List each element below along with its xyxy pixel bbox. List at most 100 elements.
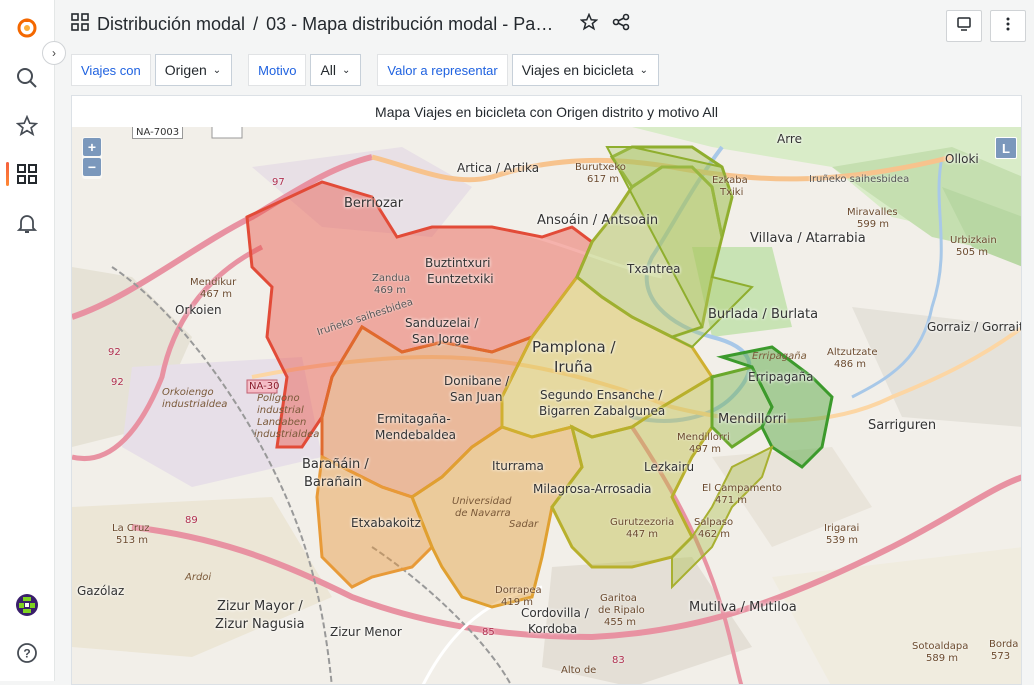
- district-label: Euntzetxiki: [427, 272, 494, 286]
- peak-label: Miravalles: [847, 207, 898, 218]
- peak-height: 462 m: [698, 529, 731, 540]
- tv-mode-button[interactable]: [946, 10, 982, 42]
- peak-label: Zandua: [372, 273, 411, 284]
- help-icon[interactable]: ?: [13, 639, 41, 667]
- zoom-out-button[interactable]: −: [83, 158, 101, 176]
- zoom-control: + −: [82, 137, 102, 179]
- place-label: industrialdea: [254, 429, 320, 440]
- peak-height: 599 m: [857, 219, 890, 230]
- search-icon[interactable]: [13, 64, 41, 92]
- district-label: Milagrosa-Arrosadia: [533, 482, 652, 496]
- road-number-label: 97: [272, 177, 285, 188]
- peak-label: Irigarai: [824, 523, 860, 534]
- road-number-label: 92: [108, 347, 121, 358]
- road-number-label: 92: [111, 377, 124, 388]
- peak-height: 513 m: [116, 535, 149, 546]
- place-label: industrialdea: [162, 399, 228, 410]
- district-label: San Juan: [450, 390, 503, 404]
- breadcrumb-separator: /: [253, 14, 259, 34]
- variable-value: Origen: [164, 62, 207, 78]
- peak-height: 486 m: [834, 359, 867, 370]
- town-label: Sarriguren: [868, 418, 937, 433]
- variable-label-viajes-con: Viajes con: [71, 54, 151, 86]
- road-label: NA-7003: [132, 127, 184, 139]
- peak-height: 455 m: [604, 617, 637, 628]
- peak-label: Burutxeko: [575, 162, 626, 173]
- district-label: Iturrama: [492, 459, 544, 473]
- user-avatar-icon[interactable]: [13, 591, 41, 619]
- place-label: industrial: [257, 405, 304, 416]
- peak-height: 573: [991, 651, 1011, 662]
- district-label: Donibane /: [444, 374, 510, 388]
- town-label: Gorraiz / Gorraitz: [927, 320, 1022, 334]
- peak-label: Salpaso: [694, 517, 734, 528]
- district-label: Mendillorri: [718, 412, 787, 427]
- starred-icon[interactable]: [13, 112, 41, 140]
- geomap[interactable]: + − L NA-7003 Arre Olloki Artica / Artik…: [72, 127, 1022, 684]
- variable-select-motivo[interactable]: All ⌄: [310, 54, 362, 86]
- peak-height: 589 m: [926, 653, 959, 664]
- variable-select-viajes-con[interactable]: Origen ⌄: [154, 54, 233, 86]
- town-label: Orkoien: [175, 303, 222, 317]
- peak-height: 467 m: [200, 289, 233, 300]
- district-label: Etxabakoitz: [351, 516, 421, 530]
- peak-label: Dorrapea: [495, 585, 542, 596]
- panel-title[interactable]: Mapa Viajes en bicicleta con Origen dist…: [72, 96, 1021, 127]
- road-shield-label: NA-30: [249, 381, 280, 392]
- town-label: Artica / Artika: [457, 161, 540, 175]
- peak-height: 497 m: [689, 444, 722, 455]
- layer-switcher-button[interactable]: L: [995, 137, 1017, 159]
- town-label: Cordovilla /: [521, 606, 589, 620]
- dashboard-title[interactable]: 03 - Mapa distribución modal - Pamp...: [266, 14, 566, 35]
- peak-label: Urbizkain: [950, 235, 997, 246]
- peak-label: Gurutzezoria: [610, 517, 675, 528]
- dashboards-icon[interactable]: [13, 160, 41, 188]
- folder-link[interactable]: Distribución modal: [97, 14, 245, 35]
- town-label: Arre: [777, 132, 802, 146]
- town-label: Barañáin /: [302, 457, 369, 472]
- variable-select-valor[interactable]: Viajes en bicicleta ⌄: [511, 54, 659, 86]
- district-label: Bigarren Zabalguneа: [539, 404, 666, 418]
- sidebar-collapse-button[interactable]: ›: [42, 41, 66, 65]
- peak-label: Borda: [989, 639, 1019, 650]
- place-label: Polígono: [257, 393, 300, 404]
- place-label: Ardoi: [185, 572, 212, 583]
- peak-label: Garitoa: [600, 593, 637, 604]
- active-indicator: [6, 162, 9, 186]
- peak-label: Alto de: [561, 665, 597, 676]
- peak-label: Altzutzate: [827, 347, 878, 358]
- chevron-down-icon: ⌄: [212, 64, 222, 76]
- share-icon[interactable]: [612, 13, 630, 36]
- town-label: Zizur Menor: [330, 625, 402, 639]
- peak-height: 447 m: [626, 529, 659, 540]
- chevron-right-icon: ›: [52, 46, 56, 60]
- town-label: Kordoba: [528, 622, 578, 636]
- zoom-in-button[interactable]: +: [83, 138, 101, 156]
- svg-text:?: ?: [23, 647, 30, 661]
- alerting-bell-icon[interactable]: [13, 209, 41, 237]
- chevron-down-icon: ⌄: [639, 64, 648, 76]
- place-label: Orkoiengo: [162, 387, 214, 398]
- chevron-down-icon: ⌄: [342, 64, 351, 76]
- town-label: Villava / Atarrabia: [750, 231, 866, 246]
- monitor-icon: [956, 16, 972, 37]
- town-label: Barañain: [304, 475, 363, 490]
- grafana-logo-icon[interactable]: [13, 14, 41, 42]
- road-number-label: 85: [482, 627, 495, 638]
- city-label: Iruña: [554, 358, 593, 376]
- town-label: Burlada / Burlata: [708, 307, 819, 322]
- star-icon[interactable]: [579, 12, 599, 36]
- town-label: Berriozar: [344, 196, 404, 211]
- peak-label: Mendillorri: [677, 432, 730, 443]
- road-name-label: Iruñeko saihesbidea: [809, 174, 910, 185]
- more-options-button[interactable]: [990, 10, 1026, 42]
- town-label: Olloki: [945, 152, 979, 166]
- kebab-menu-icon: [1000, 16, 1016, 37]
- peak-label: Txiki: [720, 187, 744, 198]
- peak-height: 617 m: [587, 174, 620, 185]
- place-label: de Navarra: [455, 508, 511, 519]
- variable-label-valor: Valor a representar: [377, 54, 508, 86]
- town-label: Zizur Nagusia: [215, 617, 305, 632]
- city-label: Pamplona /: [532, 338, 616, 356]
- town-label: Mutilva / Mutiloa: [689, 600, 797, 615]
